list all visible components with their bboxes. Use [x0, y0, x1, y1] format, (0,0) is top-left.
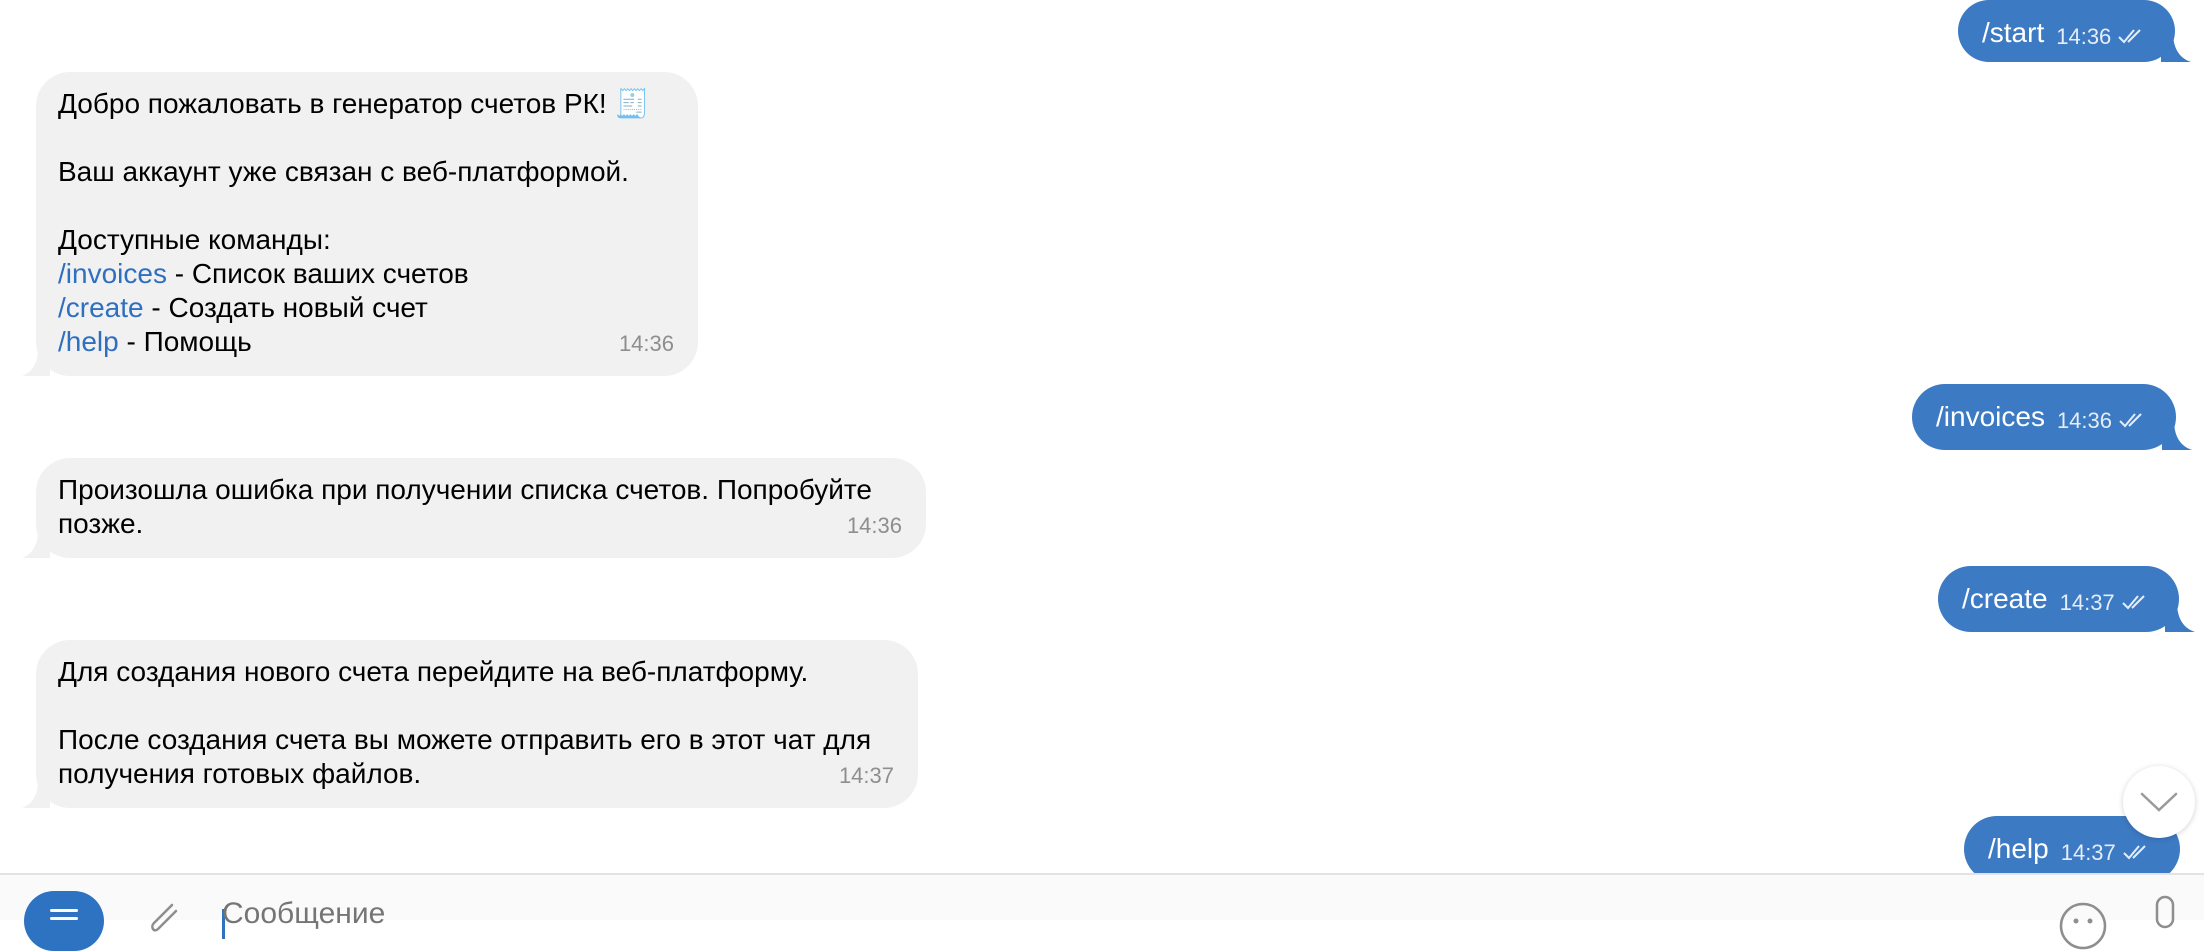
message-input[interactable]: [220, 893, 2024, 935]
double-check-icon: [2121, 595, 2145, 610]
bubble-tail: [2164, 602, 2195, 632]
chevron-down-icon: [2140, 792, 2178, 812]
command-desc: - Создать новый счет: [143, 292, 428, 323]
microphone-icon[interactable]: [2150, 893, 2180, 943]
reply-line-1: Для создания нового счета перейдите на в…: [58, 656, 809, 687]
incoming-message-welcome: Добро пожаловать в генератор счетов РК! …: [22, 72, 698, 376]
message-time: 14:36: [2056, 408, 2112, 433]
bubble-tail: [22, 348, 50, 376]
incoming-message-create-reply: Для создания нового счета перейдите на в…: [22, 640, 918, 808]
message-text: /create: [1962, 583, 2048, 614]
double-check-icon: [2119, 413, 2142, 428]
emoji-icon[interactable]: [2058, 901, 2108, 951]
message-time: 14:36: [846, 513, 902, 538]
bubble-tail: [2162, 420, 2192, 450]
paperclip-icon[interactable]: [142, 897, 186, 941]
double-check-icon: [2123, 845, 2146, 860]
welcome-title: Добро пожаловать в генератор счетов РК! …: [58, 88, 650, 119]
reply-line-3: получения готовых файлов.: [58, 758, 422, 789]
welcome-linked: Ваш аккаунт уже связан с веб-платформой.: [58, 156, 629, 187]
incoming-message-error: Произошла ошибка при получении списка сч…: [22, 458, 926, 558]
composer-bar: [0, 873, 2204, 951]
message-time: 14:36: [2056, 24, 2112, 49]
command-desc: - Помощь: [118, 326, 252, 357]
message-time: 14:36: [618, 331, 674, 356]
error-line-1: Произошла ошибка при получении списка сч…: [58, 474, 872, 505]
message-text: /invoices: [1936, 401, 2045, 432]
bubble-tail: [2161, 32, 2192, 62]
outgoing-message-invoices: /invoices 14:36: [1912, 384, 2192, 450]
menu-button[interactable]: [24, 891, 104, 951]
error-line-2: позже.: [58, 508, 144, 539]
bubble-tail: [22, 780, 50, 808]
message-time: 14:37: [838, 763, 894, 788]
menu-icon: [50, 909, 78, 912]
double-check-icon: [2118, 29, 2142, 44]
commands-header: Доступные команды:: [58, 224, 331, 255]
message-time: 14:37: [2060, 840, 2116, 865]
message-text: /help: [1988, 833, 2049, 864]
outgoing-message-create: /create 14:37: [1938, 566, 2195, 632]
message-text: /start: [1982, 17, 2045, 48]
command-desc: - Список ваших счетов: [166, 258, 469, 289]
bubble-tail: [22, 530, 50, 558]
command-link-invoices[interactable]: /invoices: [58, 258, 167, 289]
message-time: 14:37: [2059, 590, 2115, 615]
outgoing-message-start: /start 14:36: [1958, 0, 2192, 62]
command-link-help[interactable]: /help: [58, 326, 119, 357]
command-link-create[interactable]: /create: [58, 292, 144, 323]
scroll-to-bottom-button[interactable]: [2123, 766, 2195, 838]
reply-line-2: После создания счета вы можете отправить…: [58, 724, 872, 755]
